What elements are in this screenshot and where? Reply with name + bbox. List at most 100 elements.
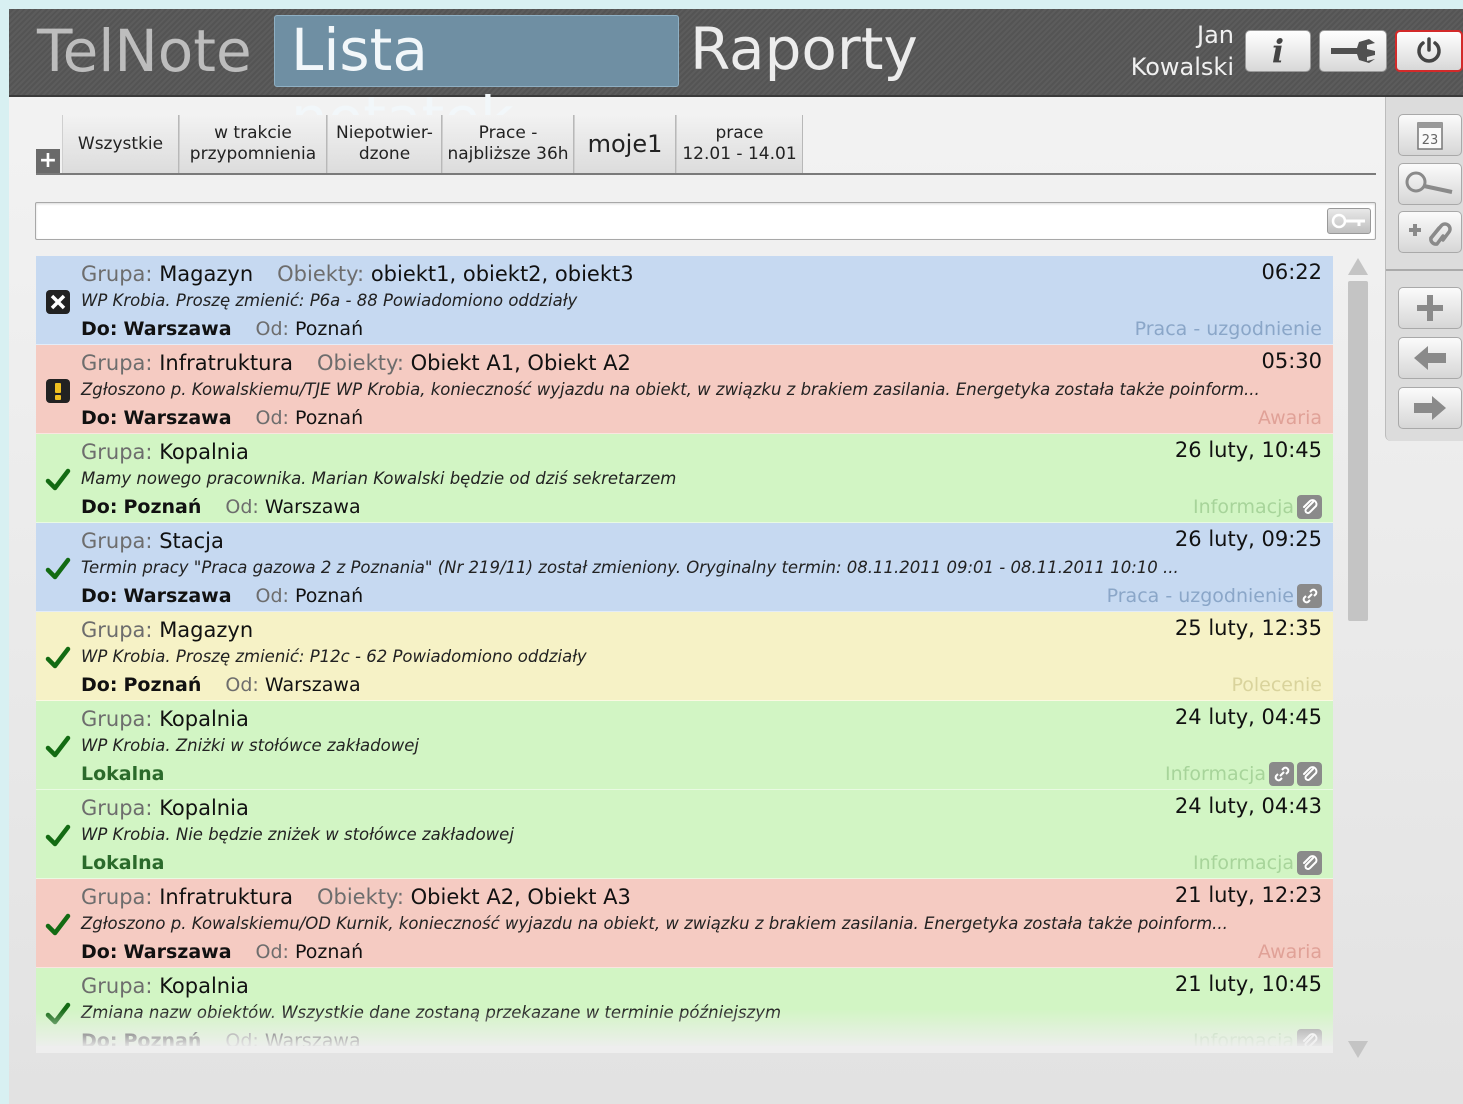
- app-window: TelNote Lista notatek Raporty Jan Kowals…: [9, 9, 1463, 1104]
- search-input[interactable]: [44, 207, 1314, 235]
- note-type: Informacja: [1193, 495, 1322, 519]
- tab-all[interactable]: Wszystkie: [62, 115, 179, 173]
- group-label: Grupa:: [81, 351, 153, 375]
- group-value: Magazyn: [159, 262, 254, 286]
- from-value: Warszawa: [264, 496, 361, 518]
- note-type: Awaria: [1258, 940, 1322, 964]
- search-tool-button[interactable]: [1398, 163, 1462, 205]
- add-filter-button[interactable]: +: [36, 149, 60, 173]
- calendar-button[interactable]: 23: [1398, 114, 1462, 156]
- note-type: Polecenie: [1231, 673, 1322, 697]
- local-badge: Lokalna: [81, 763, 165, 785]
- from-label: Od:: [225, 496, 259, 518]
- note-footer: Do: Warszawa Od: Poznań: [81, 584, 363, 608]
- from-label: Od:: [255, 318, 289, 340]
- to-label: Do:: [81, 407, 118, 429]
- note-type-label: Praca - uzgodnienie: [1134, 318, 1322, 340]
- to-label: Do:: [81, 941, 118, 963]
- group-value: Stacja: [159, 529, 224, 553]
- note-type-label: Awaria: [1257, 407, 1322, 429]
- note-row[interactable]: Grupa: Magazyn Obiekty: obiekt1, obiekt2,…: [36, 256, 1333, 345]
- scroll-down-icon[interactable]: [1346, 1039, 1370, 1061]
- note-time: 26 luty, 10:45: [1174, 438, 1322, 462]
- paperclip-icon[interactable]: [1297, 495, 1322, 519]
- add-link-button[interactable]: [1398, 211, 1462, 253]
- note-time: 26 luty, 09:25: [1174, 527, 1322, 551]
- from-label: Od:: [225, 674, 259, 696]
- nav-tab-notes[interactable]: Lista notatek: [274, 15, 679, 152]
- search-button[interactable]: [1327, 208, 1371, 234]
- note-time: 25 luty, 12:35: [1174, 616, 1322, 640]
- note-header: Grupa: Infratruktura Obiekty: Obiekt A1, …: [81, 350, 631, 376]
- note-type-label: Awaria: [1257, 941, 1322, 963]
- group-label: Grupa:: [81, 440, 153, 464]
- power-icon: [1417, 37, 1441, 63]
- scrollbar-thumb[interactable]: [1348, 281, 1368, 621]
- user-name: Jan Kowalski: [1109, 19, 1234, 83]
- to-value: Warszawa: [123, 407, 232, 429]
- settings-button[interactable]: [1319, 30, 1387, 72]
- note-row[interactable]: Grupa: Infratruktura Obiekty: Obiekt A1, …: [36, 345, 1333, 434]
- warning-icon: [45, 378, 71, 404]
- note-header: Grupa: Kopalnia: [81, 973, 249, 999]
- nav-tab-reports[interactable]: Raporty: [674, 15, 934, 87]
- note-type: Informacja: [1193, 851, 1322, 875]
- checkmark-icon: [45, 467, 71, 493]
- note-time: 21 luty, 10:45: [1174, 972, 1322, 996]
- arrow-left-icon: [1414, 346, 1446, 370]
- info-icon: i: [1271, 32, 1285, 70]
- plus-icon: [1417, 295, 1443, 321]
- user-last-name: Kowalski: [1130, 53, 1234, 81]
- forward-button[interactable]: [1398, 387, 1462, 429]
- note-header: Grupa: Kopalnia: [81, 706, 249, 732]
- note-row[interactable]: Grupa: Stacja 26 luty, 09:25 Termin pracy …: [36, 523, 1333, 612]
- note-footer: Do: Poznań Od: Warszawa: [81, 495, 361, 519]
- tab-works-36h[interactable]: Prace - najbliższe 36h: [442, 115, 574, 173]
- add-note-button[interactable]: [1398, 287, 1462, 329]
- group-label: Grupa:: [81, 618, 153, 642]
- note-row[interactable]: Grupa: Magazyn 25 luty, 12:35 WP Krobia. P…: [36, 612, 1333, 701]
- back-button[interactable]: [1398, 337, 1462, 379]
- link-icon[interactable]: [1297, 584, 1322, 608]
- note-header: Grupa: Magazyn: [81, 617, 253, 643]
- note-type: Praca - uzgodnienie: [1135, 317, 1322, 341]
- group-value: Infratruktura: [159, 351, 293, 375]
- note-header: Grupa: Infratruktura Obiekty: Obiekt A2, …: [81, 884, 631, 910]
- note-row[interactable]: Grupa: Kopalnia 24 luty, 04:43 WP Krobia. …: [36, 790, 1333, 879]
- rejected-icon: [45, 289, 71, 315]
- note-row[interactable]: Grupa: Kopalnia 24 luty, 04:45 WP Krobia. …: [36, 701, 1333, 790]
- paperclip-icon[interactable]: [1297, 851, 1322, 875]
- tab-unconfirmed[interactable]: Niepotwier- dzone: [327, 115, 442, 173]
- notes-list: Grupa: Magazyn Obiekty: obiekt1, obiekt2,…: [36, 256, 1333, 1046]
- tab-works-range[interactable]: prace 12.01 - 14.01: [676, 115, 803, 173]
- group-value: Kopalnia: [159, 440, 249, 464]
- note-text: WP Krobia. Proszę zmienić: P12c - 62 Pow…: [81, 647, 587, 666]
- note-row[interactable]: Grupa: Kopalnia 26 luty, 10:45 Mamy nowego…: [36, 434, 1333, 523]
- scroll-up-icon[interactable]: [1346, 255, 1370, 277]
- paperclip-icon[interactable]: [1297, 762, 1322, 786]
- tab-label: Niepotwier- dzone: [336, 123, 433, 164]
- note-text: WP Krobia. Zniżki w stołówce zakładowej: [81, 736, 419, 755]
- tab-moje1[interactable]: moje1: [574, 115, 676, 173]
- checkmark-icon: [45, 556, 71, 582]
- note-row[interactable]: Grupa: Infratruktura Obiekty: Obiekt A2, …: [36, 879, 1333, 968]
- tab-reminders[interactable]: w trakcie przypomnienia: [179, 115, 327, 173]
- note-footer: Do: Warszawa Od: Poznań: [81, 940, 363, 964]
- app-brand: TelNote: [37, 17, 252, 85]
- note-type: Awaria: [1258, 406, 1322, 430]
- link-icon[interactable]: [1269, 762, 1294, 786]
- to-label: Do:: [81, 674, 118, 696]
- checkmark-icon: [45, 734, 71, 760]
- note-type-label: Informacja: [1193, 496, 1294, 518]
- note-time: 21 luty, 12:23: [1174, 883, 1322, 907]
- info-button[interactable]: i: [1245, 30, 1311, 72]
- to-value: Warszawa: [123, 941, 232, 963]
- from-label: Od:: [255, 585, 289, 607]
- checkmark-icon: [45, 823, 71, 849]
- right-toolbar: 23: [1385, 97, 1463, 441]
- from-value: Warszawa: [264, 674, 361, 696]
- filter-tabs: + Wszystkie w trakcie przypomnienia Niep…: [36, 115, 1376, 175]
- logout-button[interactable]: [1395, 30, 1463, 72]
- checkmark-icon: [45, 645, 71, 671]
- group-label: Grupa:: [81, 974, 153, 998]
